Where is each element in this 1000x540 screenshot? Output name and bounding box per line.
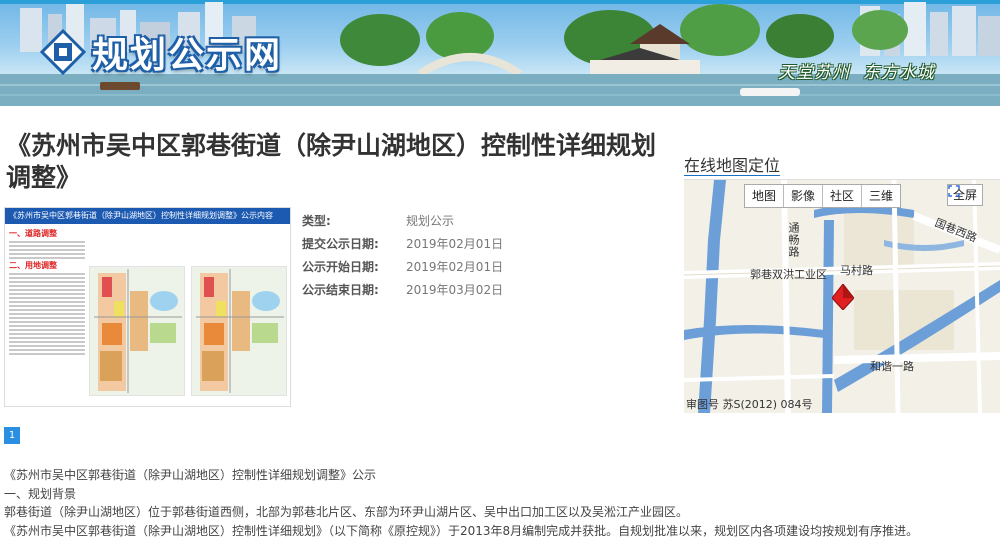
online-map[interactable]: 地图 影像 社区 三维 全屏 通畅路 郭巷双洪工业区 马村路 和谐一路 国巷西路…: [684, 179, 1000, 413]
info-label: 公示开始日期:: [302, 260, 379, 274]
info-row-type: 类型: 规划公示: [302, 210, 503, 233]
site-logo[interactable]: 规划公示网: [40, 26, 282, 78]
map-credit: 审图号 苏S(2012) 084号: [686, 398, 813, 411]
page-title: 《苏州市吴中区郭巷街道（除尹山湖地区）控制性详细规划调整》: [6, 131, 657, 192]
body-section-title: 一、规划背景: [4, 486, 77, 501]
map-label-macun-road: 马村路: [840, 264, 873, 277]
logo-emblem-icon: [40, 29, 86, 75]
body-paragraph: 郭巷街道（除尹山湖地区）位于郭巷街道西侧，北部为郭巷北片区、东部为环尹山湖片区、…: [4, 505, 689, 519]
info-value: 2019年02月01日: [406, 260, 504, 274]
map-tab-map[interactable]: 地图: [745, 185, 785, 207]
page-1-button[interactable]: 1: [4, 427, 20, 444]
notice-info-list: 类型: 规划公示 提交公示日期: 2019年02月01日 公示开始日期: 201…: [302, 210, 503, 302]
info-value: 2019年03月02日: [406, 283, 504, 297]
info-label: 公示结束日期:: [302, 283, 379, 297]
map-label-industrial-zone: 郭巷双洪工业区: [750, 268, 827, 281]
info-label: 类型:: [302, 214, 331, 228]
map-heading: 在线地图定位: [684, 156, 781, 175]
body-paragraph: 《苏州市吴中区郭巷街道（除尹山湖地区）控制性详细规划》（以下简称《原控规》）于2…: [4, 523, 919, 538]
site-banner: 规划公示网 天堂苏州 东方水城: [0, 0, 1000, 106]
map-fullscreen-button[interactable]: 全屏: [947, 184, 984, 206]
site-name: 规划公示网: [92, 34, 283, 76]
info-row-submit-date: 提交公示日期: 2019年02月01日: [302, 233, 503, 256]
info-value: 2019年02月01日: [406, 237, 504, 251]
info-value: 规划公示: [406, 214, 455, 228]
fullscreen-icon: [948, 185, 960, 197]
map-label-road: 通畅路: [787, 222, 800, 258]
info-row-end-date: 公示结束日期: 2019年03月02日: [302, 279, 503, 302]
info-label: 提交公示日期:: [302, 237, 379, 251]
map-tab-satellite[interactable]: 影像: [784, 185, 824, 207]
map-label-hexie-road: 和谐一路: [870, 360, 914, 373]
map-tab-3d[interactable]: 三维: [862, 185, 901, 207]
notice-body: 《苏州市吴中区郭巷街道（除尹山湖地区）控制性详细规划调整》公示 一、规划背景 郭…: [4, 466, 994, 540]
map-tab-community[interactable]: 社区: [823, 185, 863, 207]
thumbnail-plan-map-before: [89, 266, 185, 396]
body-heading: 《苏州市吴中区郭巷街道（除尹山湖地区）控制性详细规划调整》公示: [4, 468, 377, 482]
info-row-start-date: 公示开始日期: 2019年02月01日: [302, 256, 503, 279]
banner-slogan: 天堂苏州 东方水城: [778, 63, 935, 83]
thumbnail-section-land: 二、用地调整: [9, 261, 57, 270]
map-layer-tabs: 地图 影像 社区 三维: [744, 184, 902, 208]
thumbnail-section-roads: 一、道路调整: [9, 229, 57, 238]
thumbnail-text-column: 一、道路调整 二、用地调整: [9, 228, 85, 404]
plan-thumbnail[interactable]: 《苏州市吴中区郭巷街道（除尹山湖地区）控制性详细规划调整》公示内容 一、道路调整…: [4, 207, 291, 407]
thumbnail-header: 《苏州市吴中区郭巷街道（除尹山湖地区）控制性详细规划调整》公示内容: [5, 208, 290, 224]
thumbnail-plan-map-after: [191, 266, 287, 396]
